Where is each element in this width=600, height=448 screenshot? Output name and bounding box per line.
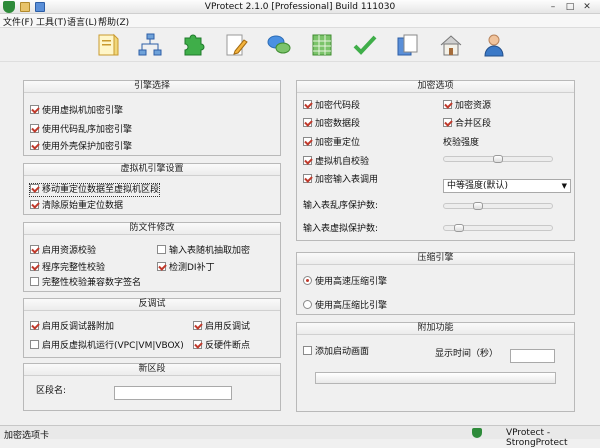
compress-panel: 压缩引擎 使用高速压缩引擎 使用高压缩比引擎 <box>296 252 575 315</box>
maximize-button[interactable]: □ <box>563 1 577 13</box>
shield-icon <box>472 428 482 438</box>
engine-vm-checkbox[interactable]: 使用虚拟机加密引擎 <box>30 105 123 117</box>
display-time-input[interactable] <box>510 349 555 363</box>
vm-move-reloc-checkbox[interactable]: 移动重定位数据至虚拟机区段 <box>28 183 161 197</box>
splash-checkbox[interactable]: 添加启动画面 <box>303 346 369 358</box>
section-name-input[interactable] <box>114 386 232 400</box>
splash-path-bar[interactable] <box>315 372 556 384</box>
status-left: 加密选项卡 <box>4 431 50 441</box>
merge-sections-checkbox[interactable]: 合并区段 <box>443 118 491 130</box>
encrypt-code-checkbox[interactable]: 加密代码段 <box>303 100 360 112</box>
window-title: VProtect 2.1.0 [Professional] Build 1110… <box>204 2 396 12</box>
menu-tools[interactable]: 工具(T) <box>36 15 67 28</box>
anti-debug-checkbox[interactable]: 启用反调试 <box>193 321 250 333</box>
engine-panel: 引擎选择 使用虚拟机加密引擎 使用代码乱序加密引擎 使用外壳保护加密引擎 <box>23 80 281 156</box>
antifile-panel: 防文件修改 启用资源校验 程序完整性校验 完整性校验兼容数字签名 输入表随机抽取… <box>23 222 281 292</box>
encrypt-iat-checkbox[interactable]: 加密输入表调用 <box>303 174 378 186</box>
chevron-down-icon: ▼ <box>561 182 567 190</box>
check-strength-slider[interactable] <box>443 155 553 163</box>
compress-fast-radio[interactable]: 使用高速压缩引擎 <box>303 276 387 288</box>
copy-document-icon[interactable] <box>395 32 421 58</box>
vm-panel: 虚拟机引擎设置 移动重定位数据至虚拟机区段 清除原始重定位数据 <box>23 163 281 215</box>
engine-mutation-checkbox[interactable]: 使用代码乱序加密引擎 <box>30 124 132 136</box>
anti-hwbp-checkbox[interactable]: 反硬件断点 <box>193 340 250 352</box>
vm-selfcheck-checkbox[interactable]: 虚拟机自校验 <box>303 156 369 168</box>
dll-patch-checkbox[interactable]: 检测DI补丁 <box>157 262 215 274</box>
check-strength-label: 校验强度 <box>443 138 480 148</box>
status-bar: 加密选项卡 VProtect - StrongProtect <box>0 425 600 448</box>
status-right: VProtect - StrongProtect <box>506 428 568 448</box>
iat-outoforder-label: 输入表乱序保护数: <box>303 201 379 211</box>
chat-bubbles-icon[interactable] <box>266 32 292 58</box>
network-icon[interactable] <box>137 32 163 58</box>
iat-virtual-label: 输入表虚拟保护数: <box>303 224 379 234</box>
spreadsheet-icon[interactable] <box>309 32 335 58</box>
strength-select[interactable]: 中等强度(默认) ▼ <box>443 179 571 193</box>
compress-ratio-radio[interactable]: 使用高压缩比引擎 <box>303 300 387 312</box>
title-bar: VProtect 2.1.0 [Professional] Build 1110… <box>0 0 600 14</box>
encrypt-data-checkbox[interactable]: 加密数据段 <box>303 118 360 130</box>
menu-bar: 文件(F) 工具(T) 语言(L) 帮助(Z) <box>0 14 600 28</box>
vm-clear-reloc-checkbox[interactable]: 清除原始重定位数据 <box>30 200 123 212</box>
user-icon[interactable] <box>481 32 507 58</box>
minimize-button[interactable]: – <box>546 1 560 13</box>
iat-random-checkbox[interactable]: 输入表随机抽取加密 <box>157 245 250 257</box>
iat-virtual-slider[interactable] <box>443 224 553 232</box>
menu-language[interactable]: 语言(L) <box>67 15 97 28</box>
close-button[interactable]: ✕ <box>580 1 594 13</box>
toolbar <box>0 28 600 62</box>
anti-vm-checkbox[interactable]: 启用反虚拟机运行(VPC|VM|VBOX) <box>30 340 184 352</box>
slider-knob[interactable] <box>473 202 483 210</box>
menu-file[interactable]: 文件(F) <box>3 15 33 28</box>
puzzle-icon[interactable] <box>180 32 206 58</box>
anti-attach-checkbox[interactable]: 启用反调试器附加 <box>30 321 114 333</box>
encrypt-reloc-checkbox[interactable]: 加密重定位 <box>303 137 360 149</box>
section-name-label: 区段名: <box>36 386 67 396</box>
extra-panel-title: 附加功能 <box>297 323 574 335</box>
section-panel: 新区段 区段名: <box>23 363 281 411</box>
file-open-icon[interactable] <box>95 32 121 58</box>
encrypt-resource-checkbox[interactable]: 加密资源 <box>443 100 491 112</box>
house-icon[interactable] <box>438 32 464 58</box>
section-panel-title: 新区段 <box>24 364 280 376</box>
compress-panel-title: 压缩引擎 <box>297 253 574 265</box>
iat-outoforder-slider[interactable] <box>443 202 553 210</box>
engine-panel-title: 引擎选择 <box>24 81 280 93</box>
slider-knob[interactable] <box>454 224 464 232</box>
antifile-panel-title: 防文件修改 <box>24 223 280 235</box>
menu-help[interactable]: 帮助(Z) <box>98 15 129 28</box>
display-time-label: 显示时间（秒） <box>435 349 499 359</box>
edit-document-icon[interactable] <box>223 32 249 58</box>
vm-panel-title: 虚拟机引擎设置 <box>24 164 280 176</box>
encrypt-panel: 加密选项 加密代码段 加密数据段 加密重定位 虚拟机自校验 加密输入表调用 加密… <box>296 80 575 241</box>
integrity-signature-checkbox[interactable]: 完整性校验兼容数字签名 <box>30 277 141 289</box>
antidebug-panel: 反调试 启用反调试器附加 启用反虚拟机运行(VPC|VM|VBOX) 启用反调试… <box>23 298 281 358</box>
resource-check-checkbox[interactable]: 启用资源校验 <box>30 245 96 257</box>
slider-knob[interactable] <box>493 155 503 163</box>
antidebug-panel-title: 反调试 <box>24 299 280 311</box>
encrypt-panel-title: 加密选项 <box>297 81 574 93</box>
checkmark-icon[interactable] <box>352 32 378 58</box>
engine-shell-checkbox[interactable]: 使用外壳保护加密引擎 <box>30 141 132 153</box>
integrity-check-checkbox[interactable]: 程序完整性校验 <box>30 262 105 274</box>
extra-panel: 附加功能 添加启动画面 显示时间（秒） <box>296 322 575 412</box>
